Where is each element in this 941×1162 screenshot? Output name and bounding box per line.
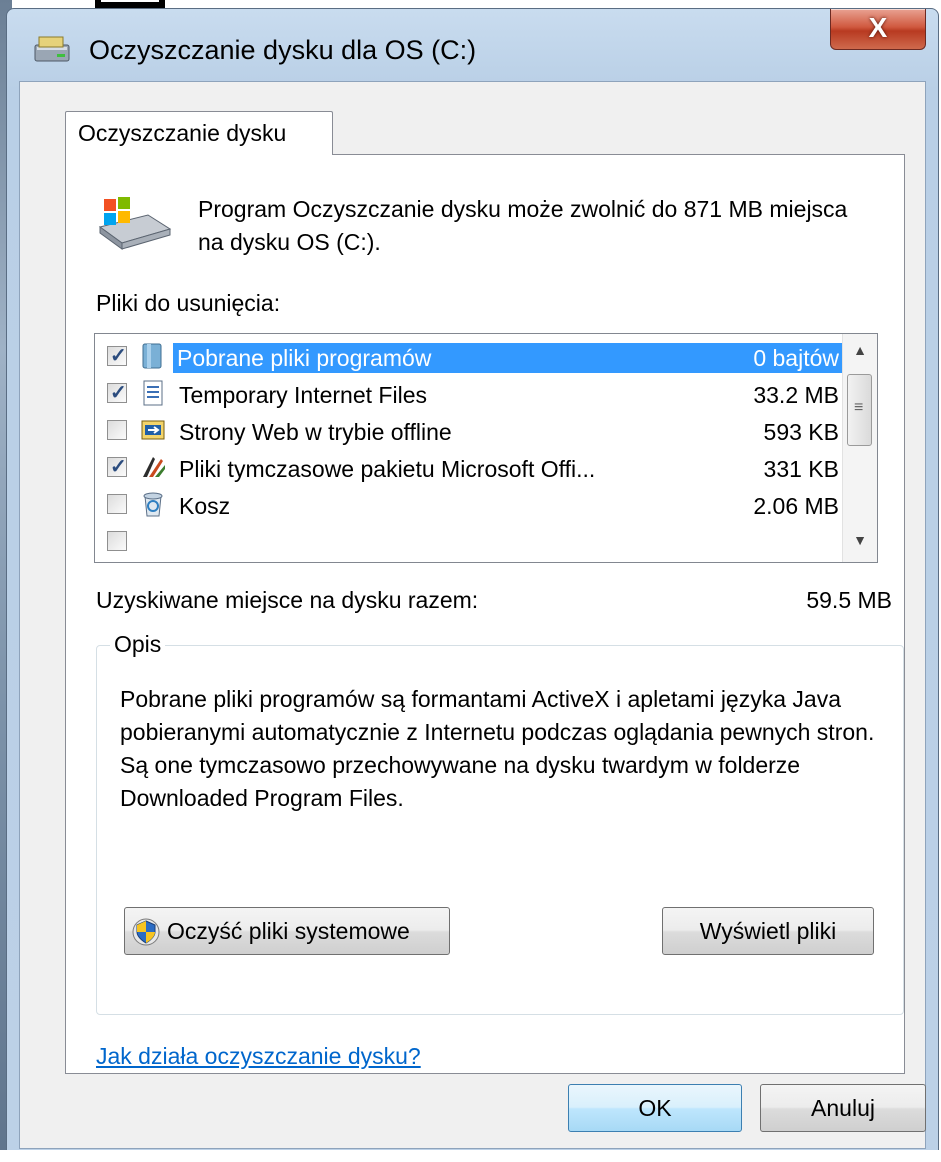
files-to-delete-label: Pliki do usunięcia: [96,290,281,316]
checkbox[interactable] [107,494,127,514]
tab-panel: Program Oczyszczanie dysku może zwolnić … [65,154,905,1074]
item-size: 2.06 MB [753,493,839,519]
checkbox[interactable]: ✓ [107,345,127,367]
title-bar[interactable]: Oczyszczanie dysku dla OS (C:) X [7,9,938,81]
item-size: 593 KB [763,419,839,445]
cancel-button[interactable]: Anuluj [760,1084,926,1132]
tab-disk-cleanup[interactable]: Oczyszczanie dysku [65,111,333,155]
tab-join [66,152,332,156]
item-name: Kosz [179,493,231,519]
vertical-scrollbar[interactable]: ▲ ≡ ▼ [842,334,877,562]
files-list[interactable]: ✓ Pobrane pliki programów 0 bajtów ✓ Tem… [94,333,878,563]
list-item[interactable]: ✓ Temporary Internet Files 33.2 MB [95,375,855,412]
background-fragment [95,0,165,8]
office-icon [143,457,165,477]
background-bottom [0,1150,941,1162]
item-name: Pobrane pliki programów [173,343,847,373]
help-link[interactable]: Jak działa oczyszczanie dysku? [96,1043,421,1070]
intro-text: Program Oczyszczanie dysku może zwolnić … [198,196,848,255]
checkbox[interactable] [107,420,127,440]
check-mark-icon: ✓ [110,345,127,367]
check-mark-icon: ✓ [110,382,127,404]
checkbox[interactable] [107,531,127,551]
disk-cleanup-window: Oczyszczanie dysku dla OS (C:) X Oczyszc… [6,8,939,1160]
total-space-label: Uzyskiwane miejsce na dysku razem: [96,587,479,613]
clean-system-files-button[interactable]: Oczyść pliki systemowe [124,907,450,955]
list-item[interactable] [95,523,855,560]
drive-cleanup-icon [98,197,172,250]
disk-cleanup-icon [34,36,70,62]
list-item[interactable]: Kosz 2.06 MB [95,486,855,523]
checkbox[interactable]: ✓ [107,382,127,404]
list-item[interactable]: ✓ Pliki tymczasowe pakietu Microsoft Off… [95,449,855,486]
item-size: 331 KB [763,456,839,482]
scroll-thumb[interactable]: ≡ [847,374,872,446]
close-button[interactable]: X [830,9,926,50]
grip-icon: ≡ [854,399,864,416]
folder-icon [142,343,162,369]
recycle-bin-icon [143,492,163,517]
item-name: Strony Web w trybie offline [179,419,452,445]
checkbox[interactable]: ✓ [107,456,127,478]
document-icon [143,380,163,406]
list-item[interactable]: Strony Web w trybie offline 593 KB [95,412,855,449]
clean-system-files-label: Oczyść pliki systemowe [167,918,410,944]
uac-shield-icon [132,918,160,946]
item-name: Pliki tymczasowe pakietu Microsoft Offi.… [179,456,596,482]
item-name: Temporary Internet Files [179,382,427,408]
item-size: 33.2 MB [753,382,839,408]
check-mark-icon: ✓ [110,456,127,478]
description-text: Pobrane pliki programów są formantami Ac… [120,686,875,811]
offline-web-icon [141,420,165,440]
ok-button[interactable]: OK [568,1084,742,1132]
item-size: 0 bajtów [753,345,839,371]
scroll-down-icon[interactable]: ▼ [849,532,871,554]
total-space-value: 59.5 MB [806,587,892,613]
tab-label: Oczyszczanie dysku [78,120,287,146]
dialog-client-area: Oczyszczanie dysku Program Oczyszczanie … [19,81,926,1149]
scroll-up-icon[interactable]: ▲ [849,342,871,364]
list-item[interactable]: ✓ Pobrane pliki programów 0 bajtów [95,338,855,375]
description-title: Opis [110,631,166,658]
window-title: Oczyszczanie dysku dla OS (C:) [89,35,477,65]
view-files-button[interactable]: Wyświetl pliki [662,907,874,955]
